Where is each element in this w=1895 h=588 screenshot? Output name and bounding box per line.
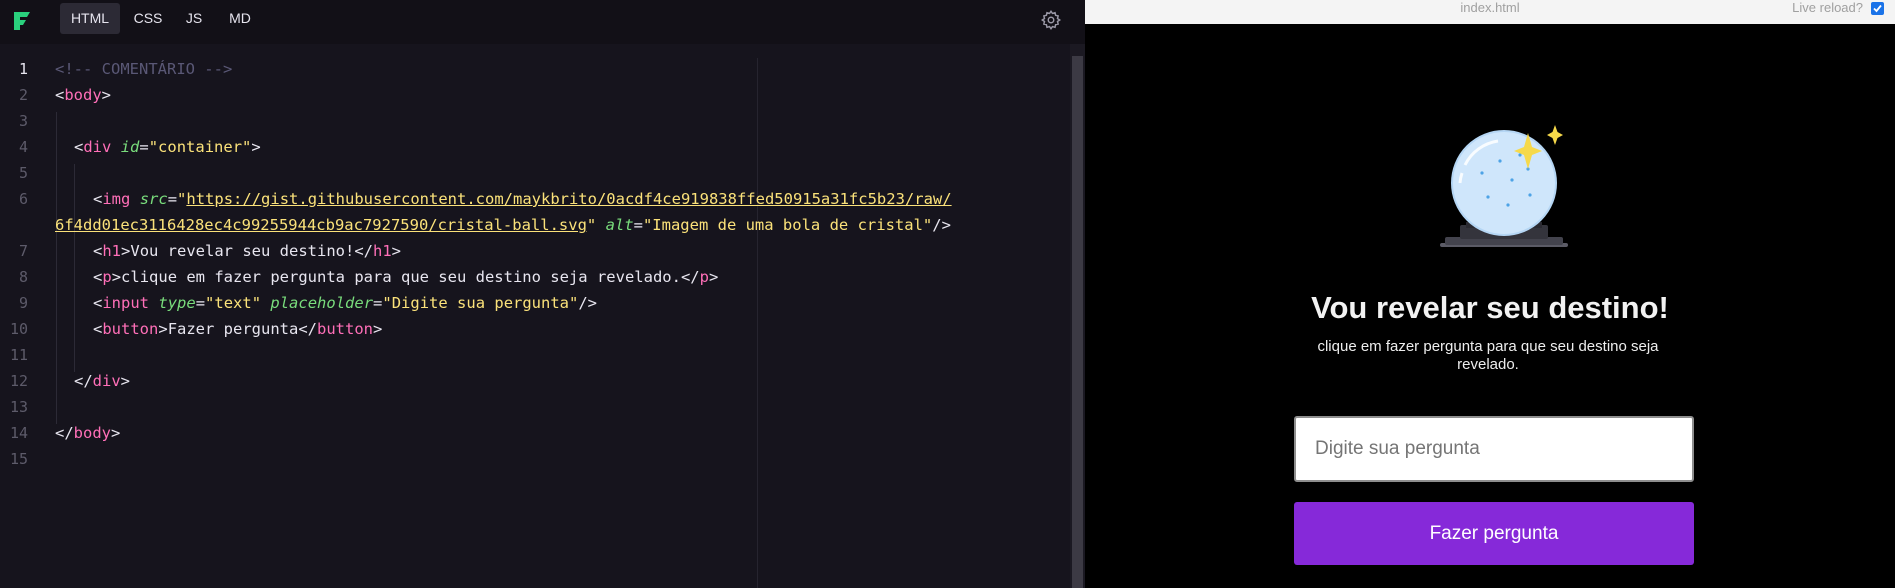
code-string: "container" (148, 138, 252, 156)
line-number: 3 (18, 112, 28, 130)
line-number: 8 (18, 268, 28, 286)
code-tag: button (102, 320, 159, 338)
line-number: 15 (9, 450, 28, 468)
question-input[interactable] (1294, 416, 1694, 482)
code-tag: p (699, 268, 709, 286)
code-editor-panel: HTML CSS JS MD 1 2 3 4 5 6 7 8 9 10 11 1… (0, 0, 1085, 588)
code-line: <!-- COMENTÁRIO --> (55, 60, 232, 78)
code-line: <div id="container"> (74, 138, 261, 156)
preview-file-name: index.html (1460, 0, 1520, 15)
code-tag: p (102, 268, 112, 286)
live-reload-label: Live reload? (1792, 0, 1863, 15)
line-number: 9 (18, 294, 28, 312)
page-heading: Vou revelar seu destino! (1311, 290, 1669, 325)
crystal-ball-image (1440, 125, 1568, 247)
line-number: 10 (9, 320, 28, 338)
line-number: 14 (9, 424, 28, 442)
page-description: clique em fazer pergunta para que seu de… (1317, 338, 1659, 373)
code-url[interactable]: 6f4dd01ec3116428ec4c99255944cb9ac7927590… (55, 216, 587, 234)
code-line: 6f4dd01ec3116428ec4c99255944cb9ac7927590… (55, 216, 951, 234)
code-string: "Imagem de uma bola de cristal" (642, 216, 933, 234)
code-attr: src (139, 190, 168, 208)
code-attr: alt (605, 216, 634, 234)
code-tag: h1 (373, 242, 392, 260)
code-attr: type (158, 294, 196, 312)
code-line: <input type="text" placeholder="Digite s… (93, 294, 598, 312)
code-line: <button>Fazer pergunta</button> (93, 320, 383, 338)
code-line: <img src="https://gist.githubusercontent… (93, 190, 952, 208)
tab-js[interactable]: JS (179, 3, 209, 34)
code-line: </body> (55, 424, 121, 442)
code-line: <h1>Vou revelar seu destino!</h1> (93, 242, 402, 260)
code-string: "text" (205, 294, 262, 312)
editor-scrollbar-thumb[interactable] (1072, 56, 1083, 588)
tab-css[interactable]: CSS (128, 3, 168, 34)
code-tag: h1 (102, 242, 122, 260)
code-attr: placeholder (270, 294, 374, 312)
tab-html[interactable]: HTML (60, 3, 120, 34)
code-line: </div> (74, 372, 131, 390)
gear-icon[interactable] (1040, 9, 1062, 31)
indent-guide (56, 112, 57, 424)
code-comment: <!-- COMENTÁRIO --> (55, 60, 233, 78)
code-text: Vou revelar seu destino! (130, 242, 355, 260)
checkmark-icon (1873, 4, 1882, 13)
code-tag: img (102, 190, 131, 208)
code-line: <body> (55, 86, 112, 104)
line-number: 2 (18, 86, 28, 104)
line-number: 12 (9, 372, 28, 390)
line-number: 11 (9, 346, 28, 364)
app-logo-icon (14, 12, 30, 30)
editor-tab-bar: HTML CSS JS MD (0, 0, 1085, 44)
live-reload-checkbox[interactable] (1871, 2, 1884, 15)
code-attr: id (120, 138, 140, 156)
line-number: 1 (18, 60, 28, 78)
indent-guide (74, 164, 75, 372)
code-text: clique em fazer pergunta para que seu de… (121, 268, 681, 286)
line-number: 4 (18, 138, 28, 156)
code-tag: div (92, 372, 121, 390)
preview-panel: index.html Live reload? Vou revelar seu (1085, 0, 1895, 588)
ask-question-button[interactable]: Fazer pergunta (1294, 502, 1694, 565)
code-line: <p>clique em fazer pergunta para que seu… (93, 268, 719, 286)
code-tag: button (317, 320, 374, 338)
code-string: "Digite sua pergunta" (382, 294, 579, 312)
preview-bar: index.html Live reload? (1085, 0, 1895, 24)
tab-md[interactable]: MD (220, 3, 260, 34)
line-number: 7 (18, 242, 28, 260)
print-margin-line (757, 58, 758, 588)
code-tag: body (64, 86, 102, 104)
code-text: Fazer pergunta (167, 320, 299, 338)
line-number: 13 (9, 398, 28, 416)
code-area[interactable]: 1 2 3 4 5 6 7 8 9 10 11 12 13 14 15 <!--… (0, 44, 1070, 588)
code-url[interactable]: https://gist.githubusercontent.com/maykb… (186, 190, 951, 208)
code-tag: body (73, 424, 111, 442)
line-number: 6 (18, 190, 28, 208)
line-number: 5 (18, 164, 28, 182)
code-tag: input (102, 294, 150, 312)
code-tag: div (83, 138, 112, 156)
